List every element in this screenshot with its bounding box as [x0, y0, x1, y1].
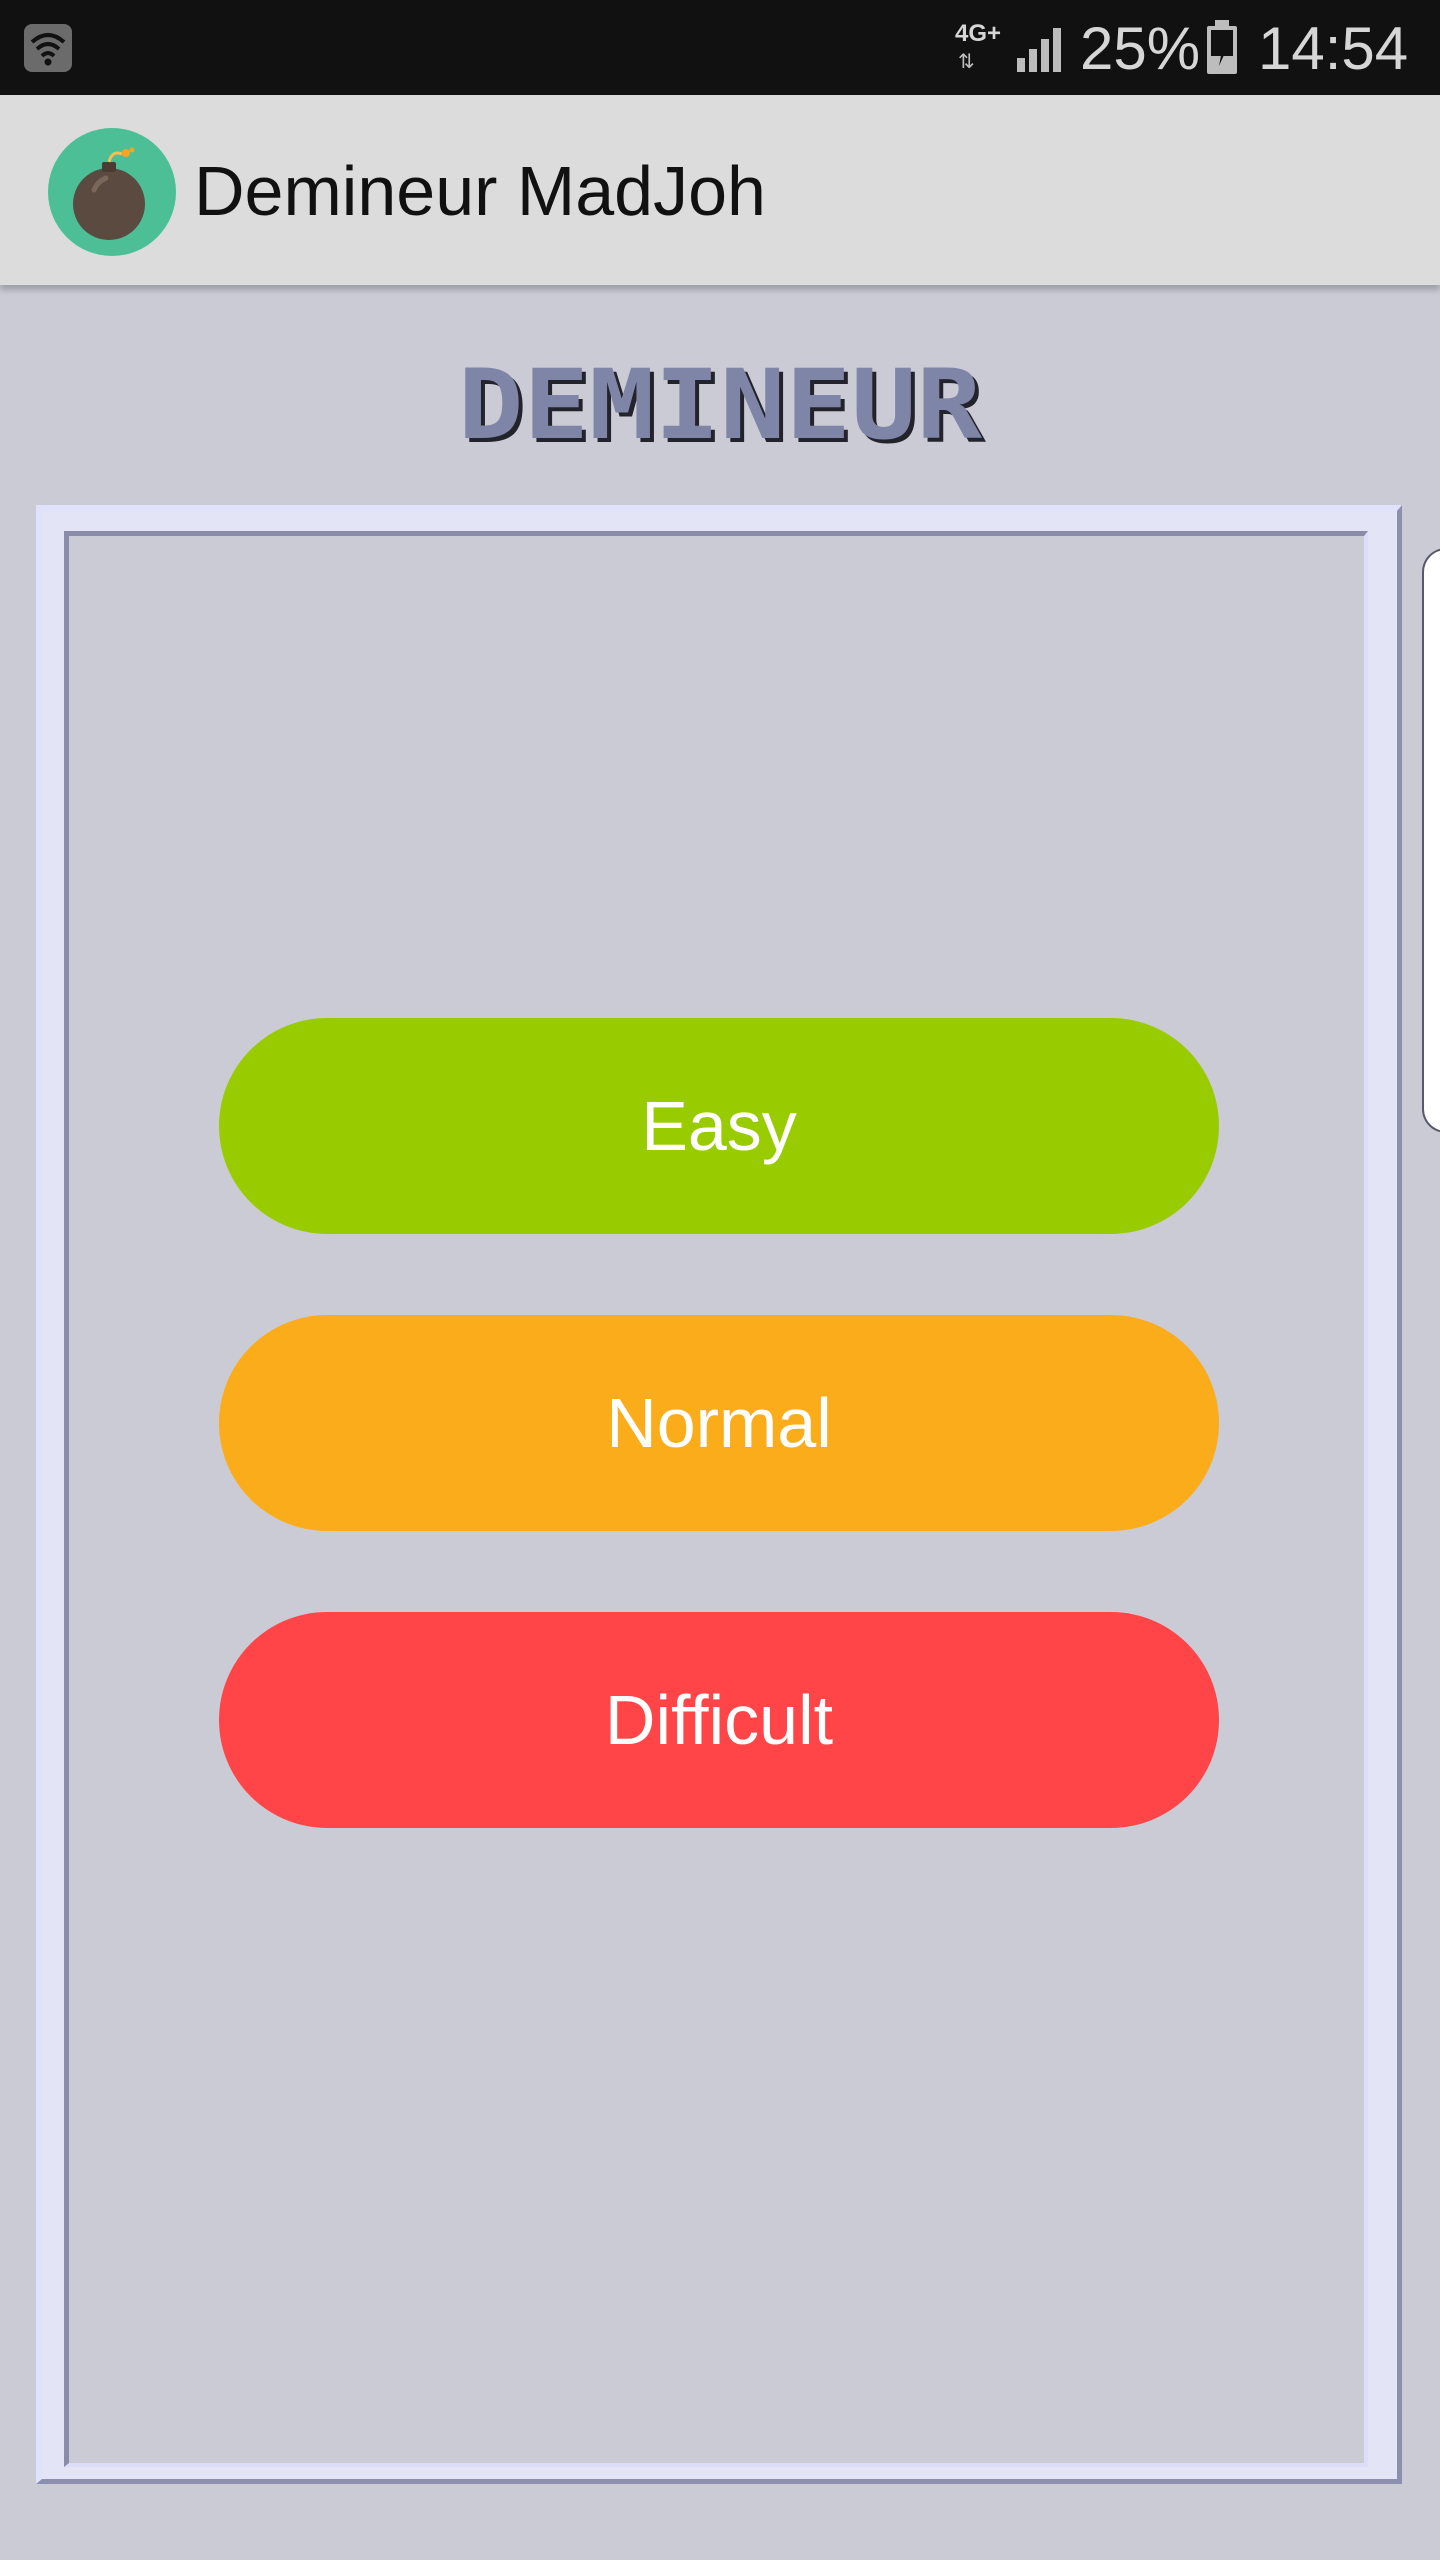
- difficult-button[interactable]: Difficult: [219, 1612, 1219, 1828]
- clock: 14:54: [1258, 15, 1409, 82]
- app-bar: Demineur MadJoh: [0, 95, 1440, 285]
- edge-panel-handle[interactable]: [1422, 548, 1440, 1133]
- normal-button[interactable]: Normal: [219, 1315, 1219, 1531]
- easy-button[interactable]: Easy: [219, 1018, 1219, 1234]
- game-title-text: DEMINEUR: [458, 362, 982, 454]
- signal-icon: [1017, 28, 1061, 72]
- network-type-label: 4G+: [954, 20, 1002, 47]
- battery-percent: 25%: [1080, 15, 1201, 82]
- game-title: DEMINEUR DEMINEUR: [458, 362, 986, 454]
- app-title: Demineur MadJoh: [194, 152, 766, 230]
- battery-charging-icon: [1207, 20, 1237, 74]
- bomb-icon[interactable]: [48, 128, 176, 256]
- network-activity-icon: ⇅: [958, 51, 975, 73]
- wifi-icon: [24, 24, 72, 72]
- status-bar: 4G+ ⇅ 25% 14:54: [0, 0, 1440, 95]
